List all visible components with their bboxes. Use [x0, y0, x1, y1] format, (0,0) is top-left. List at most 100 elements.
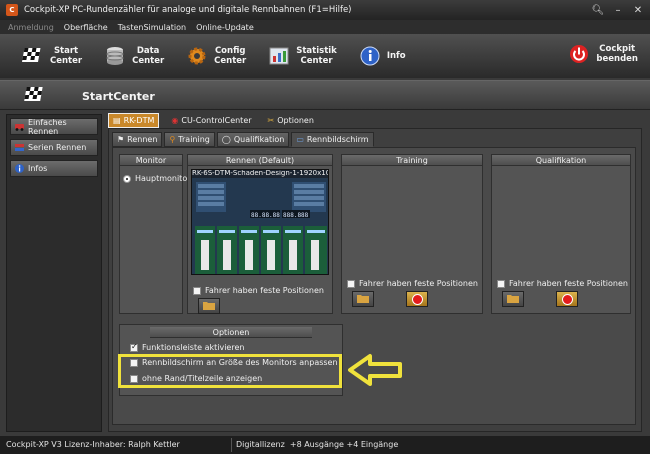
page-header: StartCenter [0, 80, 650, 110]
power-icon [568, 43, 590, 65]
option-funktionsleiste[interactable]: Funktionsleiste aktivieren [130, 342, 245, 352]
menu-tastensimulation[interactable]: TastenSimulation [118, 23, 186, 32]
qualifikation-record-button[interactable] [556, 291, 578, 307]
info-label: Info [386, 51, 406, 61]
monitor-group: Monitor Hauptmonitor [119, 154, 191, 314]
menu-oberflaeche[interactable]: Oberfläche [64, 23, 108, 32]
minimize-button[interactable]: – [610, 3, 626, 17]
fixed-positions-label: Fahrer haben feste Positionen [359, 279, 478, 288]
training-record-button[interactable] [406, 291, 428, 307]
tab-qualifikation[interactable]: ◯ Qualifikation [216, 132, 290, 147]
edition-text: Digitallizenz +8 Ausgänge +4 Eingänge [236, 440, 399, 449]
sidebar-item-serien-rennen[interactable]: Serien Rennen [10, 139, 98, 156]
config-center-button[interactable]: Config Center [186, 45, 246, 67]
sidebar-item-infos[interactable]: Infos [10, 160, 98, 177]
main-toolbar: Start Center Data Center Config Center S… [0, 34, 650, 78]
page-title: StartCenter [82, 90, 155, 103]
fixed-positions-label: Fahrer haben feste Positionen [205, 286, 324, 295]
exit-button[interactable]: Cockpit beenden [568, 43, 638, 65]
config-center-label: Config Center [214, 46, 247, 66]
sidebar-item-label: Serien Rennen [28, 143, 87, 152]
license-text: Cockpit-XP V3 Lizenz-Inhaber: Ralph Kett… [6, 440, 180, 449]
training-folder-button[interactable] [352, 291, 374, 307]
tab-optionen[interactable]: ✂︎ Optionen [264, 113, 318, 128]
exit-label: Cockpit beenden [596, 44, 638, 64]
monitor-group-title: Monitor [120, 155, 182, 166]
info-icon [14, 163, 25, 174]
tab-label: Optionen [277, 115, 314, 125]
flag-icon: ⚑ [117, 135, 125, 144]
folder-icon [202, 300, 216, 313]
menu-online-update[interactable]: Online-Update [196, 23, 254, 32]
tab-training[interactable]: ⚲ Training [164, 132, 215, 147]
window-controls: 🔍︎ – ✕ [590, 3, 646, 17]
checkbox[interactable] [193, 286, 201, 295]
tab-rennen[interactable]: ⚑ Rennen [112, 132, 163, 147]
data-center-button[interactable]: Data Center [104, 45, 164, 67]
tab-label: CU-ControlCenter [181, 115, 252, 125]
sidebar-item-label: Infos [28, 164, 48, 173]
gear-icon [186, 45, 208, 67]
menu-bar: Anmeldung Oberfläche TastenSimulation On… [0, 20, 650, 34]
training-icon: ⚲ [169, 135, 176, 144]
close-button[interactable]: ✕ [630, 3, 646, 17]
menu-anmeldung[interactable]: Anmeldung [8, 23, 54, 32]
radio-button[interactable] [123, 174, 131, 183]
highlight-box [118, 354, 342, 388]
tab-label: Training [178, 135, 210, 144]
checkbox[interactable] [347, 279, 355, 288]
info-icon [359, 45, 381, 67]
race-screen-preview[interactable]: RK-6S-DTM-Schaden-Design-1-1920x1080 88.… [191, 169, 329, 275]
tab-cu-controlcenter[interactable]: ◉ CU-ControlCenter [167, 113, 255, 128]
record-icon [411, 293, 423, 305]
checkbox[interactable] [130, 342, 138, 352]
qualifikation-group: Qualifikation Fahrer haben feste Positio… [491, 154, 631, 314]
arrow-left-icon [346, 352, 404, 390]
app-icon: C [6, 4, 18, 16]
hauptmonitor-radio[interactable]: Hauptmonitor [123, 174, 191, 183]
training-fixed-positions[interactable]: Fahrer haben feste Positionen [347, 279, 478, 288]
status-bar: Cockpit-XP V3 Lizenz-Inhaber: Ralph Kett… [0, 436, 650, 454]
qualifikation-group-title: Qualifikation [492, 155, 630, 166]
statistik-center-button[interactable]: Statistik Center [268, 45, 337, 67]
rennen-fixed-positions[interactable]: Fahrer haben feste Positionen [193, 286, 324, 295]
svg-text:888.888: 888.888 [283, 212, 309, 219]
start-center-label: Start Center [50, 46, 83, 66]
svg-text:88.88.88: 88.88.88 [251, 212, 280, 219]
rennen-group: Rennen (Default) RK-6S-DTM-Schaden-Desig… [187, 154, 333, 314]
record-icon [561, 293, 573, 305]
folder-icon [506, 293, 520, 306]
rennen-folder-button[interactable] [198, 298, 220, 314]
rk-dtm-icon: ▤ [113, 115, 121, 125]
sidebar: Einfaches Rennen Serien Rennen Infos [6, 114, 102, 432]
search-icon[interactable]: 🔍︎ [590, 3, 606, 17]
qualifikation-fixed-positions[interactable]: Fahrer haben feste Positionen [497, 279, 628, 288]
monitor-icon: ▭ [296, 135, 304, 144]
training-group: Training Fahrer haben feste Positionen [341, 154, 483, 314]
training-group-title: Training [342, 155, 482, 166]
hauptmonitor-label: Hauptmonitor [135, 174, 191, 183]
option-label: Funktionsleiste aktivieren [142, 343, 245, 352]
info-button[interactable]: Info [359, 45, 406, 67]
tab-label: Rennen [127, 135, 158, 144]
statistik-center-label: Statistik Center [296, 46, 337, 66]
series-icon [14, 142, 25, 153]
checkered-flag-icon [24, 85, 46, 107]
optionen-group-title: Optionen [150, 327, 312, 338]
qualifikation-folder-button[interactable] [502, 291, 524, 307]
stopwatch-icon: ◯ [221, 135, 231, 144]
start-center-button[interactable]: Start Center [22, 45, 82, 67]
checkbox[interactable] [497, 279, 505, 288]
race-icon [14, 121, 25, 132]
cu-icon: ◉ [171, 115, 179, 125]
tools-icon: ✂︎ [267, 115, 275, 125]
tab-rennbildschirm[interactable]: ▭ Rennbildschirm [291, 132, 374, 147]
tab-rk-dtm[interactable]: ▤ RK-DTM [108, 112, 160, 128]
sidebar-item-einfaches-rennen[interactable]: Einfaches Rennen [10, 117, 98, 136]
rennen-group-title: Rennen (Default) [188, 155, 332, 166]
data-center-label: Data Center [132, 46, 165, 66]
window-title: Cockpit-XP PC-Rundenzähler für analoge u… [24, 5, 352, 15]
sidebar-item-label: Einfaches Rennen [28, 117, 67, 136]
top-tabs: ▤ RK-DTM ◉ CU-ControlCenter ✂︎ Optionen [108, 112, 318, 128]
title-bar: C Cockpit-XP PC-Rundenzähler für analoge… [0, 0, 650, 20]
